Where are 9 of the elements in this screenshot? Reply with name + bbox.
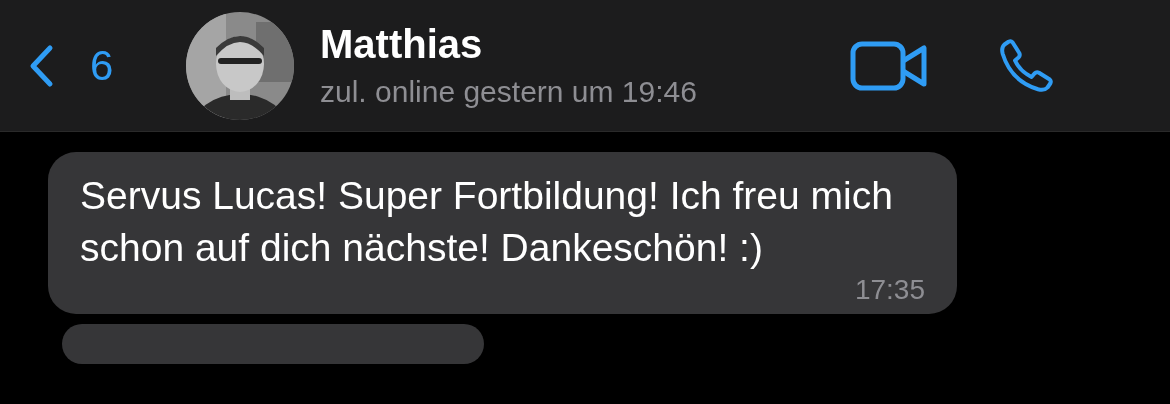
back-icon xyxy=(28,43,54,88)
message-text: Servus Lucas! Super Fortbildung! Ich freu mich schon auf dich nächste! Dankeschön! :) xyxy=(80,173,894,271)
back-button[interactable]: 6 xyxy=(28,41,186,90)
video-call-button[interactable] xyxy=(850,40,928,91)
last-seen-status: zul. online gestern um 19:46 xyxy=(320,75,698,109)
unread-count: 6 xyxy=(90,41,114,90)
video-camera-icon xyxy=(850,40,928,91)
message-time: 17:35 xyxy=(854,274,925,306)
contact-name: Matthias xyxy=(320,22,484,67)
